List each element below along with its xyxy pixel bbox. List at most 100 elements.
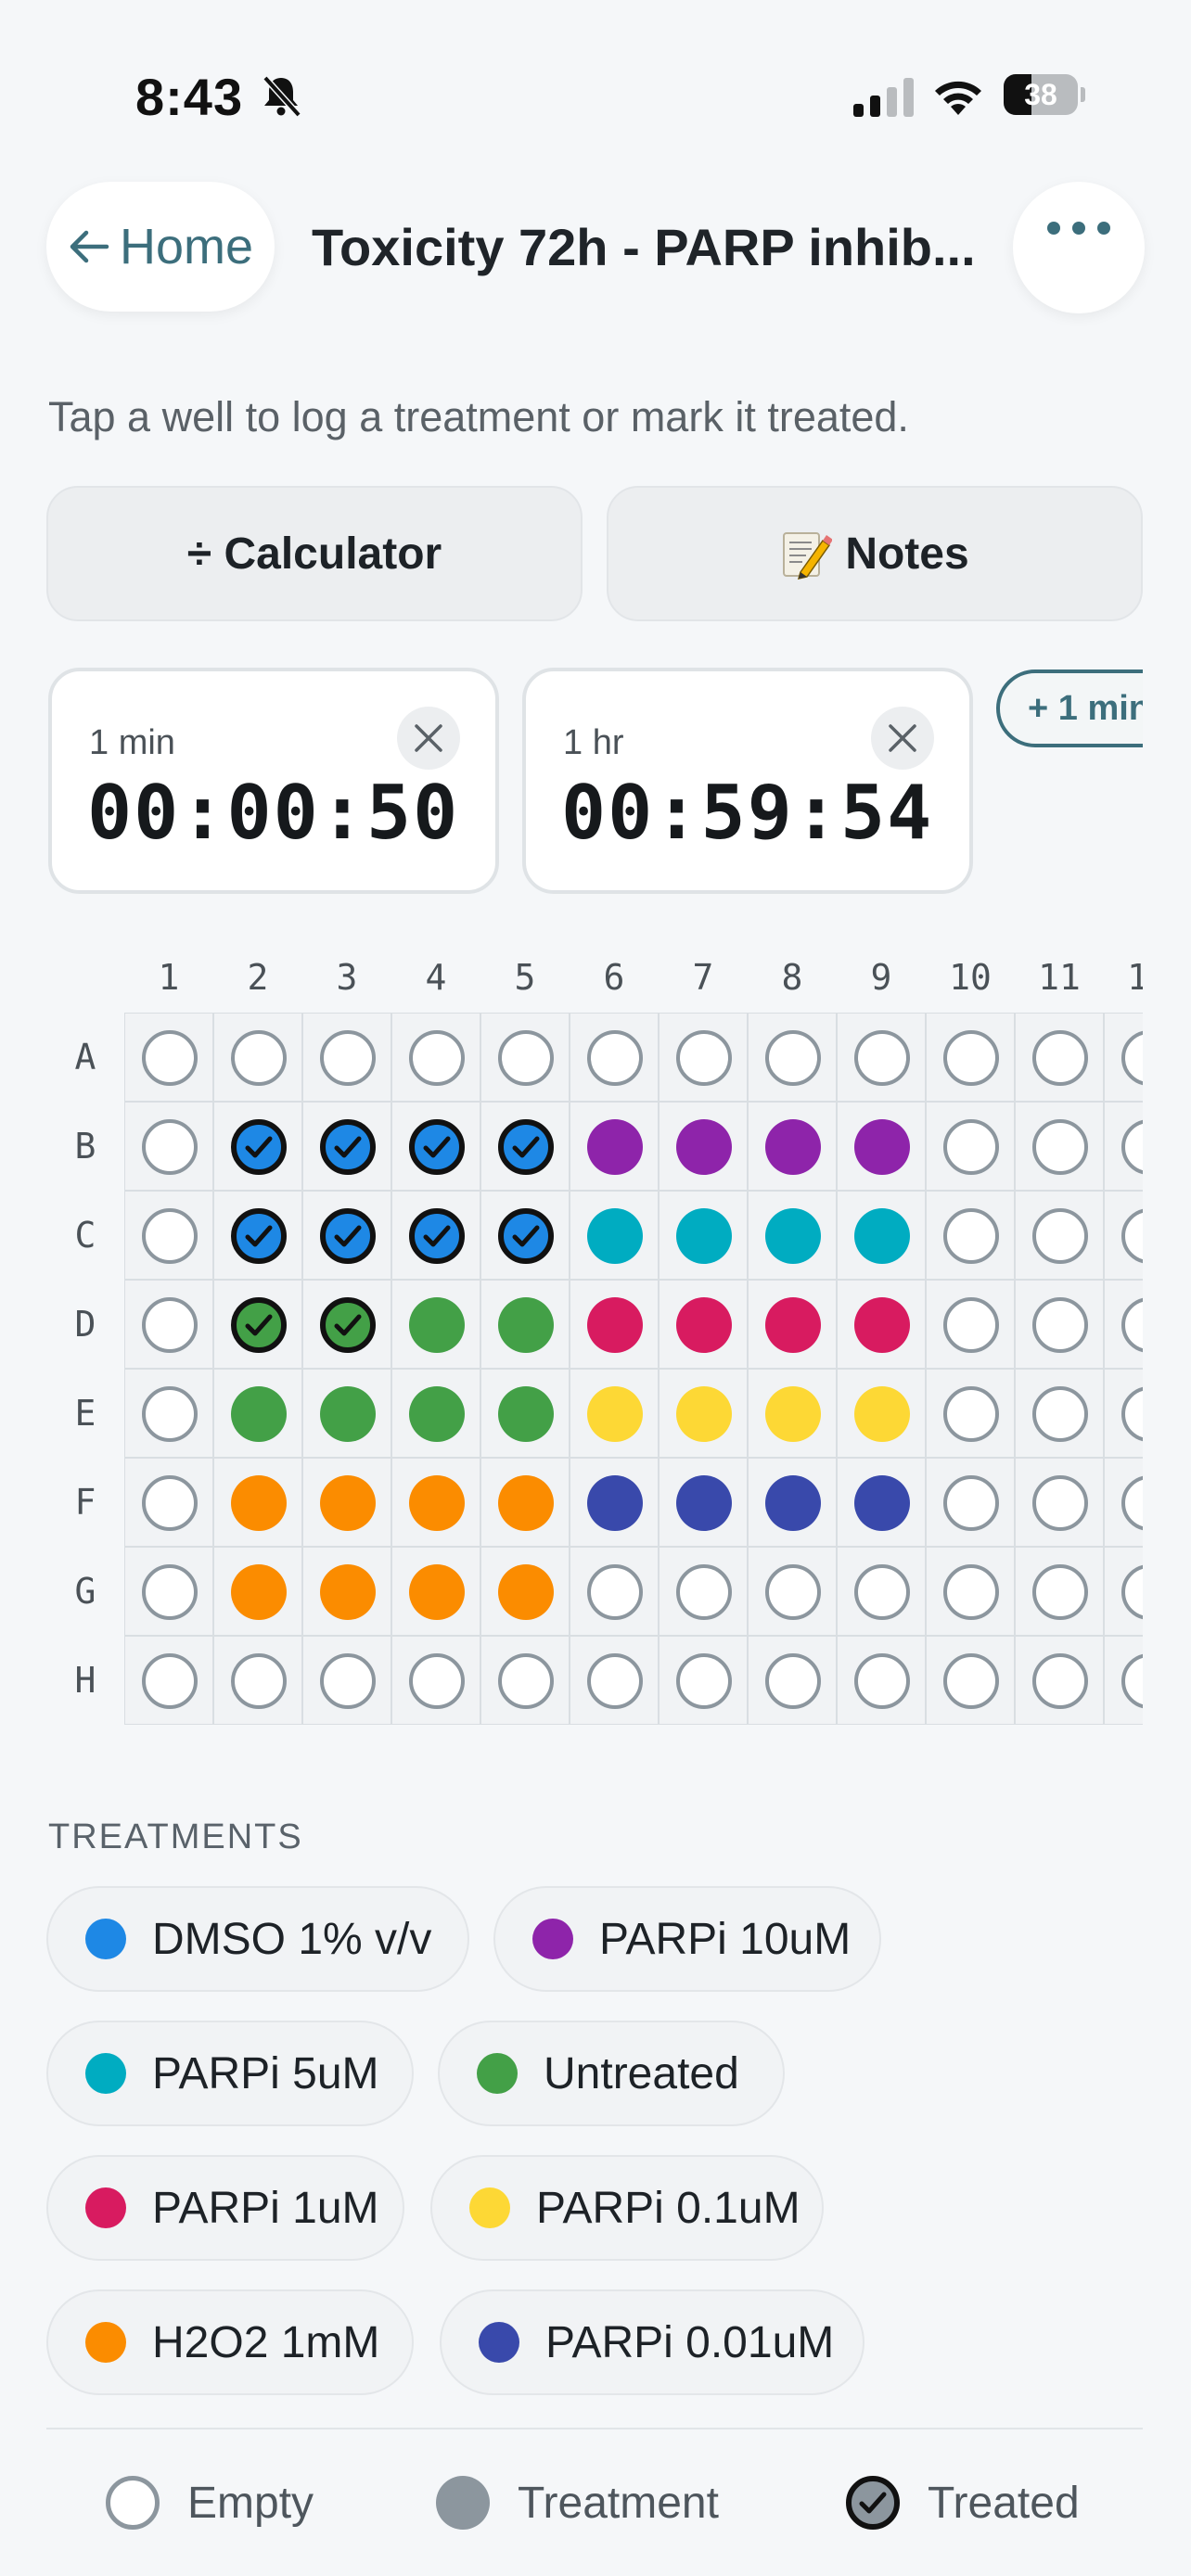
well-cell[interactable] [748,1636,837,1725]
well-cell[interactable] [391,1369,480,1458]
well-cell[interactable] [837,1636,926,1725]
well-cell[interactable] [748,1547,837,1636]
well-cell[interactable] [391,1636,480,1725]
well-cell[interactable] [748,1369,837,1458]
well-cell[interactable] [659,1458,748,1547]
well-cell[interactable] [480,1280,570,1369]
well-cell[interactable] [213,1102,302,1191]
well-cell[interactable] [302,1191,391,1280]
well-cell[interactable] [480,1191,570,1280]
well-cell[interactable] [837,1458,926,1547]
well-cell[interactable] [391,1102,480,1191]
well-cell[interactable] [1015,1636,1104,1725]
well-cell[interactable] [391,1547,480,1636]
treatment-chip-p1[interactable]: PARPi 1uM [46,2155,404,2261]
well-cell[interactable] [124,1191,213,1280]
well-cell[interactable] [1015,1280,1104,1369]
well-cell[interactable] [1104,1280,1143,1369]
home-button[interactable]: Home [46,182,275,312]
well-cell[interactable] [926,1191,1015,1280]
well-cell[interactable] [659,1636,748,1725]
well-cell[interactable] [1015,1369,1104,1458]
well-cell[interactable] [837,1547,926,1636]
well-cell[interactable] [659,1547,748,1636]
well-cell[interactable] [1104,1369,1143,1458]
well-cell[interactable] [302,1280,391,1369]
well-cell[interactable] [302,1369,391,1458]
well-cell[interactable] [570,1280,659,1369]
well-cell[interactable] [748,1102,837,1191]
well-cell[interactable] [213,1636,302,1725]
calculator-button[interactable]: ÷ Calculator [46,486,583,621]
well-cell[interactable] [570,1191,659,1280]
well-cell[interactable] [124,1280,213,1369]
well-cell[interactable] [302,1013,391,1102]
well-cell[interactable] [659,1369,748,1458]
well-cell[interactable] [213,1458,302,1547]
well-cell[interactable] [391,1458,480,1547]
well-cell[interactable] [480,1458,570,1547]
well-cell[interactable] [480,1636,570,1725]
well-cell[interactable] [480,1013,570,1102]
treatment-chip-dmso[interactable]: DMSO 1% v/v [46,1886,469,1992]
well-cell[interactable] [302,1458,391,1547]
treatment-chip-untr[interactable]: Untreated [438,2021,785,2126]
well-cell[interactable] [1104,1191,1143,1280]
well-cell[interactable] [480,1369,570,1458]
well-cell[interactable] [391,1191,480,1280]
well-cell[interactable] [570,1458,659,1547]
well-cell[interactable] [124,1636,213,1725]
well-cell[interactable] [837,1191,926,1280]
well-cell[interactable] [837,1280,926,1369]
well-cell[interactable] [837,1102,926,1191]
well-cell[interactable] [213,1280,302,1369]
well-cell[interactable] [124,1458,213,1547]
well-cell[interactable] [480,1547,570,1636]
well-cell[interactable] [302,1102,391,1191]
well-cell[interactable] [926,1547,1015,1636]
well-cell[interactable] [1015,1102,1104,1191]
well-cell[interactable] [748,1458,837,1547]
well-cell[interactable] [926,1280,1015,1369]
well-cell[interactable] [480,1102,570,1191]
well-cell[interactable] [213,1191,302,1280]
well-cell[interactable] [1015,1458,1104,1547]
well-cell[interactable] [570,1636,659,1725]
well-cell[interactable] [1104,1547,1143,1636]
more-options-button[interactable] [1013,182,1145,313]
notes-button[interactable]: Notes [607,486,1143,621]
add-timer-button[interactable]: + 1 min [996,670,1143,747]
well-cell[interactable] [659,1013,748,1102]
well-cell[interactable] [926,1369,1015,1458]
well-cell[interactable] [124,1547,213,1636]
well-cell[interactable] [124,1369,213,1458]
well-cell[interactable] [302,1636,391,1725]
well-cell[interactable] [926,1102,1015,1191]
well-cell[interactable] [124,1102,213,1191]
well-cell[interactable] [213,1369,302,1458]
well-cell[interactable] [570,1013,659,1102]
well-cell[interactable] [1104,1013,1143,1102]
well-cell[interactable] [391,1280,480,1369]
well-cell[interactable] [926,1458,1015,1547]
well-cell[interactable] [391,1013,480,1102]
well-cell[interactable] [570,1102,659,1191]
timer-close-button[interactable] [871,707,934,770]
well-cell[interactable] [1015,1013,1104,1102]
well-cell[interactable] [570,1369,659,1458]
well-cell[interactable] [748,1280,837,1369]
well-cell[interactable] [1104,1636,1143,1725]
well-cell[interactable] [213,1547,302,1636]
well-cell[interactable] [837,1013,926,1102]
well-cell[interactable] [659,1191,748,1280]
treatment-chip-h2o2[interactable]: H2O2 1mM [46,2289,414,2395]
treatment-chip-p01[interactable]: PARPi 0.1uM [430,2155,824,2261]
well-cell[interactable] [748,1013,837,1102]
treatment-chip-p5[interactable]: PARPi 5uM [46,2021,414,2126]
well-cell[interactable] [570,1547,659,1636]
well-cell[interactable] [124,1013,213,1102]
well-cell[interactable] [659,1102,748,1191]
well-cell[interactable] [659,1280,748,1369]
treatment-chip-p001[interactable]: PARPi 0.01uM [440,2289,864,2395]
well-cell[interactable] [1104,1102,1143,1191]
